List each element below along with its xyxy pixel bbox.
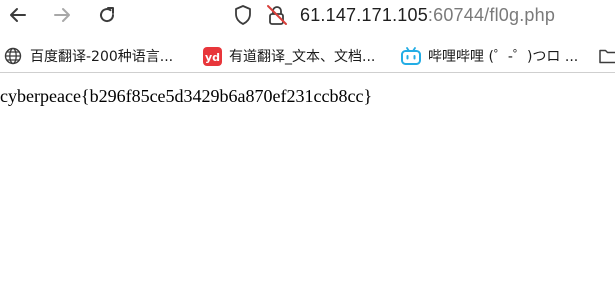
bookmark-label: 哔哩哔哩 (゜-゜)つロ ... [428,49,579,65]
address-bar[interactable]: 61.147.171.105:60744/fl0g.php [230,0,615,30]
bookmark-label: 有道翻译_文本、文档... [229,49,376,65]
flag-text: cyberpeace{b296f85ce5d3429b6a870ef231ccb… [0,86,373,106]
youdao-icon: yd [202,46,222,66]
arrow-right-icon [54,8,70,22]
bookmark-folder[interactable] [598,43,615,69]
bookmark-bilibili[interactable]: 哔哩哔哩 (゜-゜)つロ ... [401,43,578,69]
forward-button[interactable] [50,3,74,27]
bookmarks-bar: 百度翻译-200种语言... yd 有道翻译_文本、文档... 哔哩哔哩 (゜-… [0,40,615,73]
url-port-path: :60744/fl0g.php [427,5,556,25]
svg-text:yd: yd [204,51,219,64]
bookmark-label: 百度翻译-200种语言... [30,49,174,65]
browser-toolbar: 61.147.171.105:60744/fl0g.php [0,0,615,30]
reload-button[interactable] [95,3,119,27]
arrow-left-icon [10,8,26,22]
url-host: 61.147.171.105 [300,5,428,25]
bilibili-icon [401,46,421,66]
back-button[interactable] [6,3,30,27]
reload-icon [100,7,115,23]
insecure-lock-icon[interactable] [265,3,289,27]
bookmark-baidu-translate[interactable]: 百度翻译-200种语言... [3,43,173,69]
globe-icon [3,46,23,66]
shield-icon[interactable] [231,3,255,27]
bookmark-youdao-translate[interactable]: yd 有道翻译_文本、文档... [202,43,375,69]
url-text[interactable]: 61.147.171.105:60744/fl0g.php [300,4,555,26]
folder-icon [598,46,615,66]
page-content: cyberpeace{b296f85ce5d3429b6a870ef231ccb… [0,85,372,107]
